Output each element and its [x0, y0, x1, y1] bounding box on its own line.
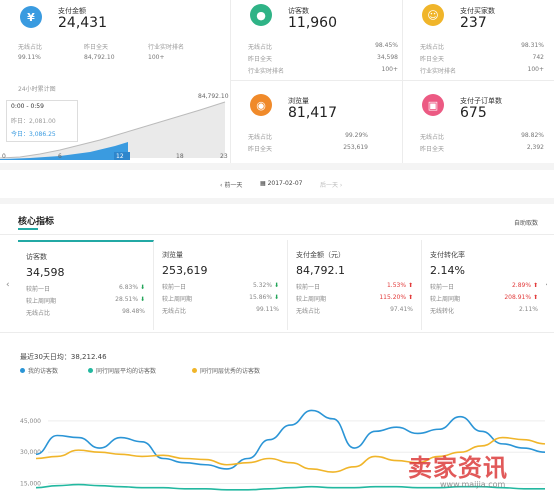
y-tick-label: 15,000	[20, 481, 41, 488]
kpi-value: 2.14%	[430, 264, 465, 277]
kpi-visitors[interactable]: 访客数 34,598 较前一日 6.83% ⬇ 较上周同期 28.51% ⬇ 无线占…	[18, 240, 154, 330]
legend-dot	[192, 368, 197, 373]
date-picker[interactable]: ▦ 2017-02-07	[260, 180, 302, 187]
card-value: 11,960	[288, 15, 337, 31]
divider	[0, 332, 554, 333]
x-tick: 18	[176, 153, 184, 160]
kpi-conversion[interactable]: 支付转化率 2.14% 较前一日 2.89% ⬆ 较上周同期 208.91% ⬆ 无…	[422, 240, 546, 330]
legend-average[interactable]: 同行同层平均的访客数	[88, 366, 156, 375]
custom-data-link[interactable]: 自助取数	[514, 218, 538, 227]
stat-label: 行业实时排名	[148, 44, 185, 51]
kpi-value: 253,619	[162, 264, 208, 277]
title-underline	[18, 228, 38, 230]
order-icon: ▣	[422, 94, 444, 116]
kpi-value: 84,792.1	[296, 264, 345, 277]
legend-excellent[interactable]: 同行同层优秀的访客数	[192, 366, 260, 375]
arrow-up-icon: ⬆	[407, 282, 413, 289]
card-value: 237	[460, 15, 487, 31]
x-tick: 0	[2, 153, 6, 160]
buyers-stats: 无线占比 98.31% 昨日全天 742 行业实时排名 100+	[420, 42, 544, 75]
yuan-icon: ¥	[20, 6, 42, 28]
kpi-title: 访客数	[26, 253, 47, 261]
visitors-stats: 无线占比 98.45% 昨日全天 34,598 行业实时排名 100+	[248, 42, 398, 75]
stat-value: 100+	[148, 54, 165, 61]
x-tick: 23	[220, 153, 228, 160]
divider	[230, 80, 554, 81]
legend-dot	[20, 368, 25, 373]
trend-summary: 最近30天日均：38,212.46	[20, 353, 107, 361]
stat-label: 昨日全天	[84, 44, 109, 51]
arrow-down-icon: ⬇	[273, 282, 279, 289]
arrow-down-icon: ⬇	[139, 284, 145, 291]
divider	[230, 0, 231, 163]
divider	[0, 234, 554, 235]
legend-dot	[88, 368, 93, 373]
chart-tooltip: 0:00 - 0:59 昨日：2,081.00 今日：3,086.25	[6, 100, 78, 142]
divider	[402, 0, 403, 163]
user-icon: ☺	[422, 4, 444, 26]
tooltip-today: 今日：3,086.25	[11, 131, 56, 138]
arrow-up-icon: ⬆	[532, 294, 538, 301]
y-tick-label: 30,000	[20, 449, 41, 456]
stat-value: 84,792.10	[84, 54, 115, 61]
card-value: 24,431	[58, 15, 107, 31]
legend-mine[interactable]: 我的访客数	[20, 366, 58, 375]
watermark-url: www.maijia.com	[440, 480, 506, 489]
watermark-brand: 卖家资讯	[408, 454, 508, 482]
arrow-down-icon: ⬇	[273, 294, 279, 301]
mini-chart-title: 24小时累计图	[18, 86, 56, 93]
prev-day-button[interactable]: ‹ 前一天	[220, 180, 242, 189]
eye-icon: ◉	[250, 94, 272, 116]
kpi-payment[interactable]: 支付金额（元） 84,792.1 较前一日 1.53% ⬆ 较上周同期 115.20…	[288, 240, 422, 330]
x-tick: 12	[116, 153, 124, 160]
footprint-icon: ●	[250, 4, 272, 26]
arrow-up-icon: ⬆	[407, 294, 413, 301]
arrow-up-icon: ⬆	[532, 282, 538, 289]
chevron-left-icon[interactable]: ‹	[6, 280, 10, 290]
kpi-title: 支付转化率	[430, 251, 465, 259]
kpi-value: 34,598	[26, 266, 65, 279]
kpi-title: 支付金额（元）	[296, 251, 345, 259]
kpi-pageviews[interactable]: 浏览量 253,619 较前一日 5.32% ⬇ 较上周同期 15.86% ⬇ 无线…	[154, 240, 288, 330]
stat-label: 无线占比	[18, 44, 43, 51]
next-day-button[interactable]: 后一天 ›	[320, 180, 342, 189]
stat-value: 99.11%	[18, 54, 41, 61]
pageviews-stats: 无线占比 99.29% 昨日全天 253,619	[248, 132, 368, 153]
card-value: 675	[460, 105, 487, 121]
section-title: 核心指标	[18, 217, 55, 227]
y-tick-label: 45,000	[20, 418, 41, 425]
arrow-down-icon: ⬇	[139, 296, 145, 303]
orders-stats: 无线占比 98.82% 昨日全天 2,392	[420, 132, 544, 153]
x-tick: 6	[58, 153, 62, 160]
tooltip-time: 0:00 - 0:59	[11, 103, 44, 110]
kpi-title: 浏览量	[162, 251, 183, 259]
tooltip-yesterday: 昨日：2,081.00	[11, 118, 56, 125]
card-value: 81,417	[288, 105, 337, 121]
mini-chart-peak: 84,792.10	[198, 93, 229, 100]
